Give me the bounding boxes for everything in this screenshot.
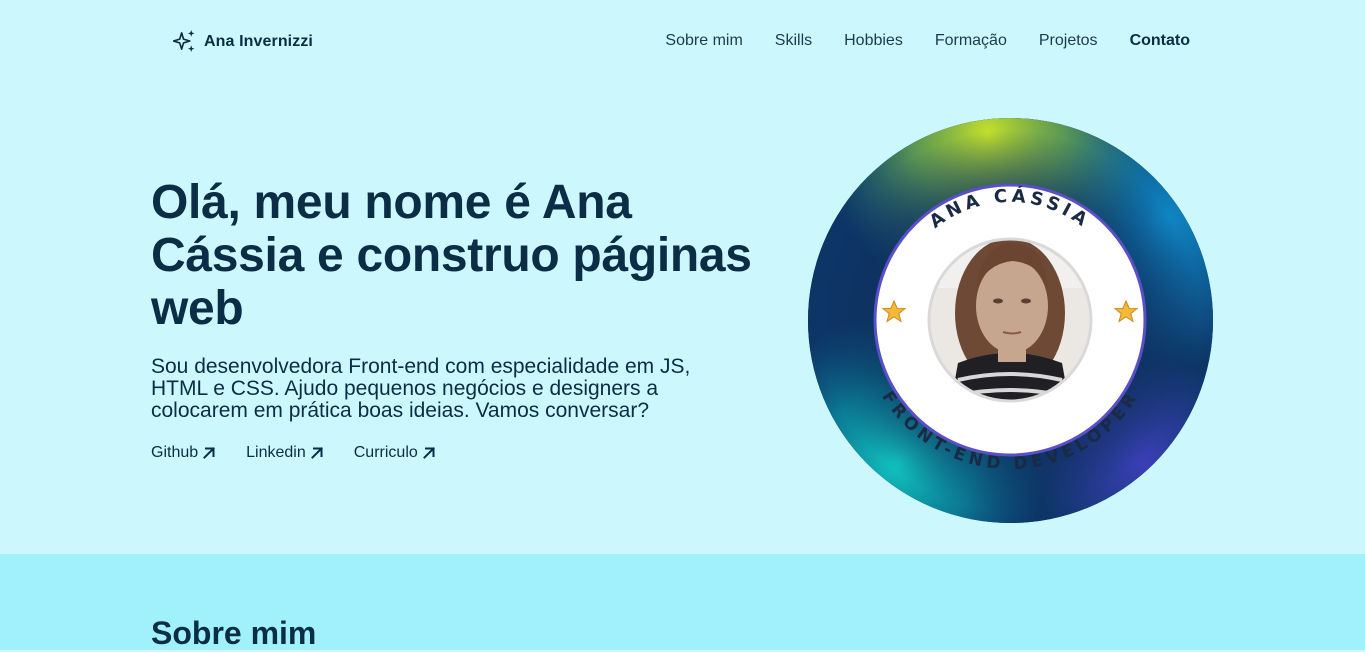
linkedin-link-label: Linkedin	[246, 444, 306, 461]
nav-item-contato[interactable]: Contato	[1130, 32, 1190, 50]
hero-subtitle: Sou desenvolvedora Front-end com especia…	[151, 355, 691, 422]
brand-name: Ana Invernizzi	[204, 32, 313, 50]
nav-item-projetos[interactable]: Projetos	[1039, 32, 1098, 50]
arrow-up-right-icon	[422, 447, 435, 459]
about-section: Sobre mim	[0, 554, 1365, 651]
about-title: Sobre mim	[151, 615, 317, 651]
site-header: Ana Invernizzi Sobre mim Skills Hobbies …	[0, 0, 1365, 84]
hero-section: Ana Invernizzi Sobre mim Skills Hobbies …	[0, 0, 1365, 554]
hero-title: Olá, meu nome é Ana Cássia e construo pá…	[151, 176, 752, 335]
sparkles-icon	[173, 30, 195, 53]
curriculo-link-label: Curriculo	[353, 444, 418, 461]
nav-item-hobbies[interactable]: Hobbies	[844, 32, 903, 50]
nav-item-formacao[interactable]: Formação	[935, 32, 1007, 50]
badge-graphic: ANA CÁSSIA FRONT-END DEVELOPER	[808, 118, 1213, 523]
profile-badge: ANA CÁSSIA FRONT-END DEVELOPER	[808, 118, 1213, 523]
arrow-up-right-icon	[310, 447, 323, 459]
github-link-label: Github	[151, 444, 199, 461]
linkedin-link[interactable]: Linkedin	[246, 444, 324, 462]
intro-block: Olá, meu nome é Ana Cássia e construo pá…	[151, 176, 761, 462]
brand-link[interactable]: Ana Invernizzi	[173, 29, 313, 54]
nav-item-sobre-mim[interactable]: Sobre mim	[665, 32, 742, 50]
curriculo-link[interactable]: Curriculo	[354, 444, 436, 462]
arrow-up-right-icon	[203, 447, 216, 459]
nav-item-skills[interactable]: Skills	[775, 32, 812, 50]
main-nav: Sobre mim Skills Hobbies Formação Projet…	[665, 32, 1190, 50]
github-link[interactable]: Github	[151, 444, 216, 462]
social-links: Github Linkedin Curriculo	[151, 444, 761, 462]
